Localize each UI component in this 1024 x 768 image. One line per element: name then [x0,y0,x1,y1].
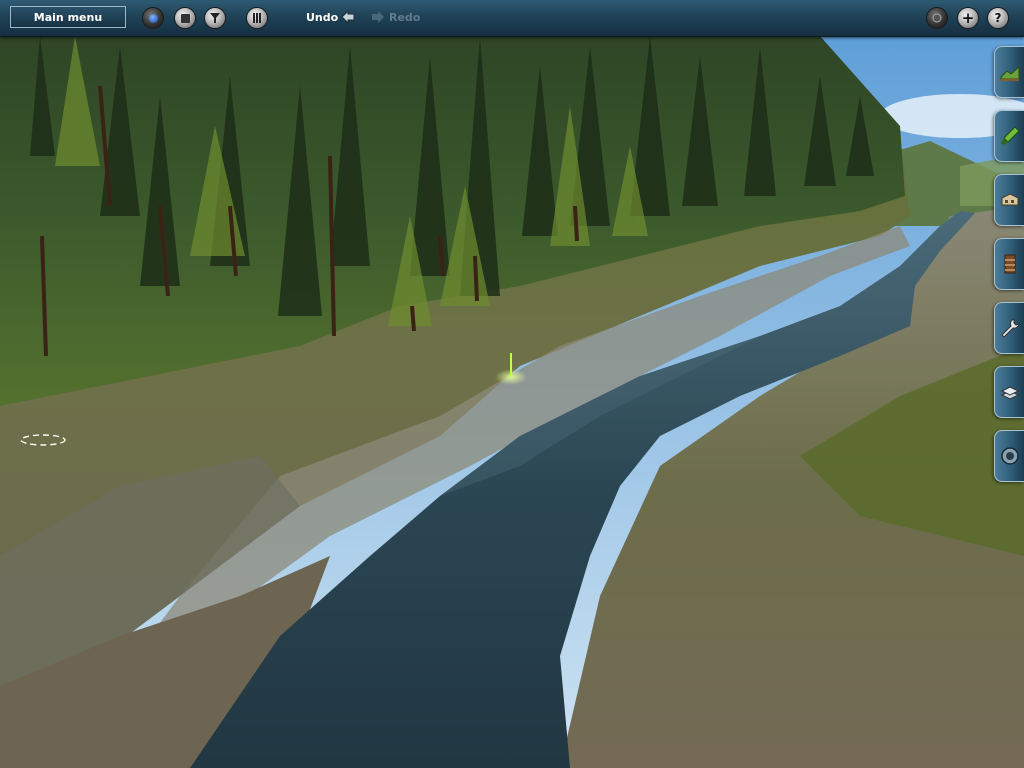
undo-arrow-icon[interactable] [340,9,356,25]
paint-icon [1000,126,1020,145]
tab-track[interactable] [994,238,1024,290]
stop-button[interactable] [174,7,196,29]
redo-label[interactable]: Redo [389,11,420,24]
wrench-icon [1000,318,1020,338]
camera-button[interactable] [926,7,948,29]
placement-marker-icon [510,353,512,377]
grid-button[interactable] [246,7,268,29]
tab-paint[interactable] [994,110,1024,162]
tab-terrain[interactable] [994,46,1024,98]
tab-objects[interactable] [994,174,1024,226]
filter-button[interactable] [204,7,226,29]
redo-arrow-icon[interactable] [370,9,386,25]
undo-label[interactable]: Undo [306,11,338,24]
lighting-button[interactable] [142,7,164,29]
layers-icon [1000,386,1019,400]
top-toolbar: Main menu Undo Redo + ? [0,0,1024,37]
tab-tools[interactable] [994,302,1024,354]
terrain-cursor-icon [20,434,66,446]
add-button[interactable]: + [957,7,979,29]
building-icon [1001,193,1018,206]
main-menu-button[interactable]: Main menu [10,6,126,28]
help-button[interactable]: ? [987,7,1009,29]
terrain-viewport[interactable] [0,36,1024,768]
settings-icon [1000,447,1019,465]
lighting-icon [148,13,158,23]
plus-icon: + [961,8,975,27]
stop-icon [180,13,190,23]
filter-icon [210,13,220,23]
help-icon: ? [994,11,1002,25]
track-icon [1004,254,1015,274]
tab-layers[interactable] [994,366,1024,418]
camera-icon [932,13,942,23]
landscape-scene [0,36,1024,768]
terrain-icon [1000,65,1019,81]
grid-icon [253,13,261,23]
tab-settings[interactable] [994,430,1024,482]
